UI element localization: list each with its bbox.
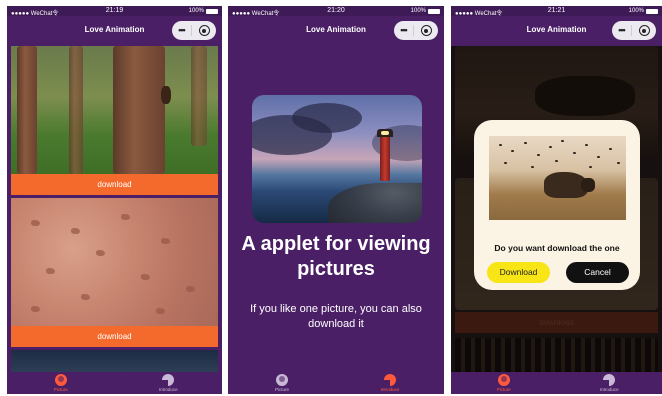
intro-heading: A applet for viewing pictures [241, 233, 431, 280]
target-close-icon[interactable] [420, 25, 432, 36]
tab-label: Introduce [599, 387, 619, 392]
battery-indicator: 100% [629, 8, 658, 14]
more-dots-icon[interactable]: ••• [400, 26, 408, 35]
navigation-bar: Love Animation ••• [7, 16, 222, 46]
phone-screen-picture-list: ●●●●● WeChat令 21:19 100% Love Animation … [7, 6, 222, 394]
battery-percent: 100% [628, 8, 644, 14]
picture-icon [54, 374, 67, 386]
dialog-download-button[interactable]: Download [487, 262, 550, 283]
status-bar: ●●●●● WeChat令 21:21 100% [451, 6, 662, 17]
tab-picture[interactable]: Picture [228, 372, 336, 394]
tab-bar: Picture Introduce [7, 372, 222, 394]
target-close-icon[interactable] [198, 25, 210, 36]
miniprogram-capsule: ••• [394, 21, 438, 40]
battery-percent: 100% [188, 8, 204, 14]
tab-introduce[interactable]: Introduce [336, 372, 444, 394]
tab-introduce[interactable]: Introduce [115, 372, 223, 394]
tab-label: Picture [496, 387, 511, 392]
tab-label: Picture [53, 387, 68, 392]
dialog-message: Do you want download the one [494, 243, 620, 253]
more-dots-icon[interactable]: ••• [618, 26, 626, 35]
capsule-divider [413, 25, 415, 36]
miniprogram-capsule: ••• [612, 21, 656, 40]
status-bar: ●●●●● WeChat令 21:20 100% [228, 6, 444, 17]
tab-picture[interactable]: Picture [451, 372, 557, 394]
capsule-divider [631, 25, 633, 36]
forest-photo[interactable] [11, 46, 218, 174]
navigation-bar: Love Animation ••• [451, 16, 662, 46]
tab-label: Picture [274, 387, 289, 392]
phone-screen-download-dialog: ●●●●● WeChat令 21:21 100% Love Animation … [451, 6, 662, 394]
battery-indicator: 100% [189, 8, 218, 14]
target-close-icon[interactable] [638, 25, 650, 36]
download-button[interactable]: download [11, 326, 218, 347]
download-button[interactable]: download [11, 174, 218, 195]
tab-introduce[interactable]: Introduce [557, 372, 662, 394]
introduce-icon [384, 374, 396, 386]
introduce-icon [162, 374, 175, 386]
phone-screen-introduce: ●●●●● WeChat令 21:20 100% Love Animation … [228, 6, 444, 394]
picture-feed-dimmed: download Do you want download the one Do… [451, 46, 662, 372]
navigation-bar: Love Animation ••• [228, 16, 444, 46]
battery-icon [428, 8, 440, 14]
dialog-bison-photo [489, 136, 626, 220]
night-sky-photo[interactable] [11, 350, 218, 372]
tab-bar: Picture Introduce [228, 372, 444, 394]
capsule-divider [191, 25, 193, 36]
battery-icon [646, 8, 658, 14]
dialog-cancel-button[interactable]: Cancel [566, 262, 629, 283]
tab-picture[interactable]: Picture [7, 372, 115, 394]
battery-icon [206, 8, 218, 14]
picture-icon [276, 374, 288, 386]
battery-indicator: 100% [411, 8, 440, 14]
footprints-photo[interactable] [11, 198, 218, 326]
more-dots-icon[interactable]: ••• [178, 26, 186, 35]
picture-icon [497, 374, 510, 386]
lighthouse-photo [252, 95, 422, 223]
status-bar: ●●●●● WeChat令 21:19 100% [7, 6, 222, 17]
miniprogram-capsule: ••• [172, 21, 216, 40]
tab-bar: Picture Introduce [451, 372, 662, 394]
battery-percent: 100% [410, 8, 426, 14]
introduce-icon [603, 374, 616, 386]
tab-label: Introduce [158, 387, 178, 392]
picture-feed[interactable]: download download [7, 46, 222, 372]
intro-description: If you like one picture, you can also do… [250, 303, 422, 330]
tab-label: Introduce [380, 387, 400, 392]
download-dialog: Do you want download the one Download Ca… [474, 120, 640, 290]
introduce-content: A applet for viewing pictures If you lik… [228, 46, 444, 372]
